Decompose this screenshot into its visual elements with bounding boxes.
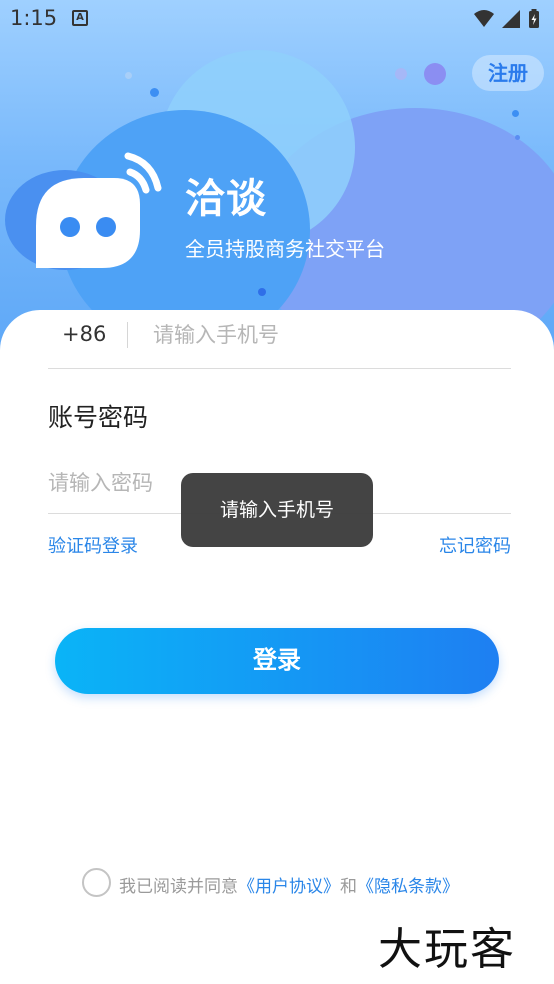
a-notification-icon: A (72, 10, 88, 26)
decor-dot (424, 63, 446, 85)
privacy-policy-link[interactable]: 《隐私条款》 (357, 877, 459, 897)
user-agreement-link[interactable]: 《用户协议》 (238, 877, 340, 897)
signal-icon (502, 10, 520, 28)
decor-dot (515, 135, 520, 140)
agreement-conjunction: 和 (340, 877, 357, 897)
decor-dot (125, 72, 132, 79)
app-name: 洽谈 (185, 176, 267, 222)
status-time: 1:15 (10, 6, 58, 30)
agreement-text: 我已阅读并同意《用户协议》和《隐私条款》 (119, 872, 459, 897)
status-bar: 1:15 A (0, 0, 554, 38)
forgot-password-link[interactable]: 忘记密码 (439, 532, 511, 558)
decor-dot (395, 68, 407, 80)
phone-input[interactable] (153, 318, 493, 352)
register-button[interactable]: 注册 (472, 55, 544, 91)
decor-dot (150, 88, 159, 97)
agreement-prefix: 我已阅读并同意 (119, 877, 238, 897)
section-title: 账号密码 (48, 403, 149, 432)
decor-dot (512, 110, 519, 117)
wifi-icon (474, 10, 494, 27)
login-card: +86 账号密码 验证码登录 忘记密码 登录 我已阅读并同意《用户协议》和《隐私… (0, 310, 554, 984)
sms-login-link[interactable]: 验证码登录 (48, 532, 138, 558)
phone-row: +86 (48, 310, 511, 369)
decor-dot (258, 288, 266, 296)
login-button[interactable]: 登录 (55, 628, 499, 694)
battery-charging-icon (529, 9, 539, 28)
app-slogan: 全员持股商务社交平台 (185, 237, 385, 261)
toast-message: 请输入手机号 (181, 473, 373, 547)
watermark: 大玩客 (378, 924, 516, 975)
divider (127, 322, 128, 348)
status-icons (472, 8, 544, 34)
agreement-checkbox[interactable] (82, 868, 111, 897)
country-code-selector[interactable]: +86 (62, 322, 106, 346)
chat-bubble-wifi-logo (36, 148, 166, 277)
